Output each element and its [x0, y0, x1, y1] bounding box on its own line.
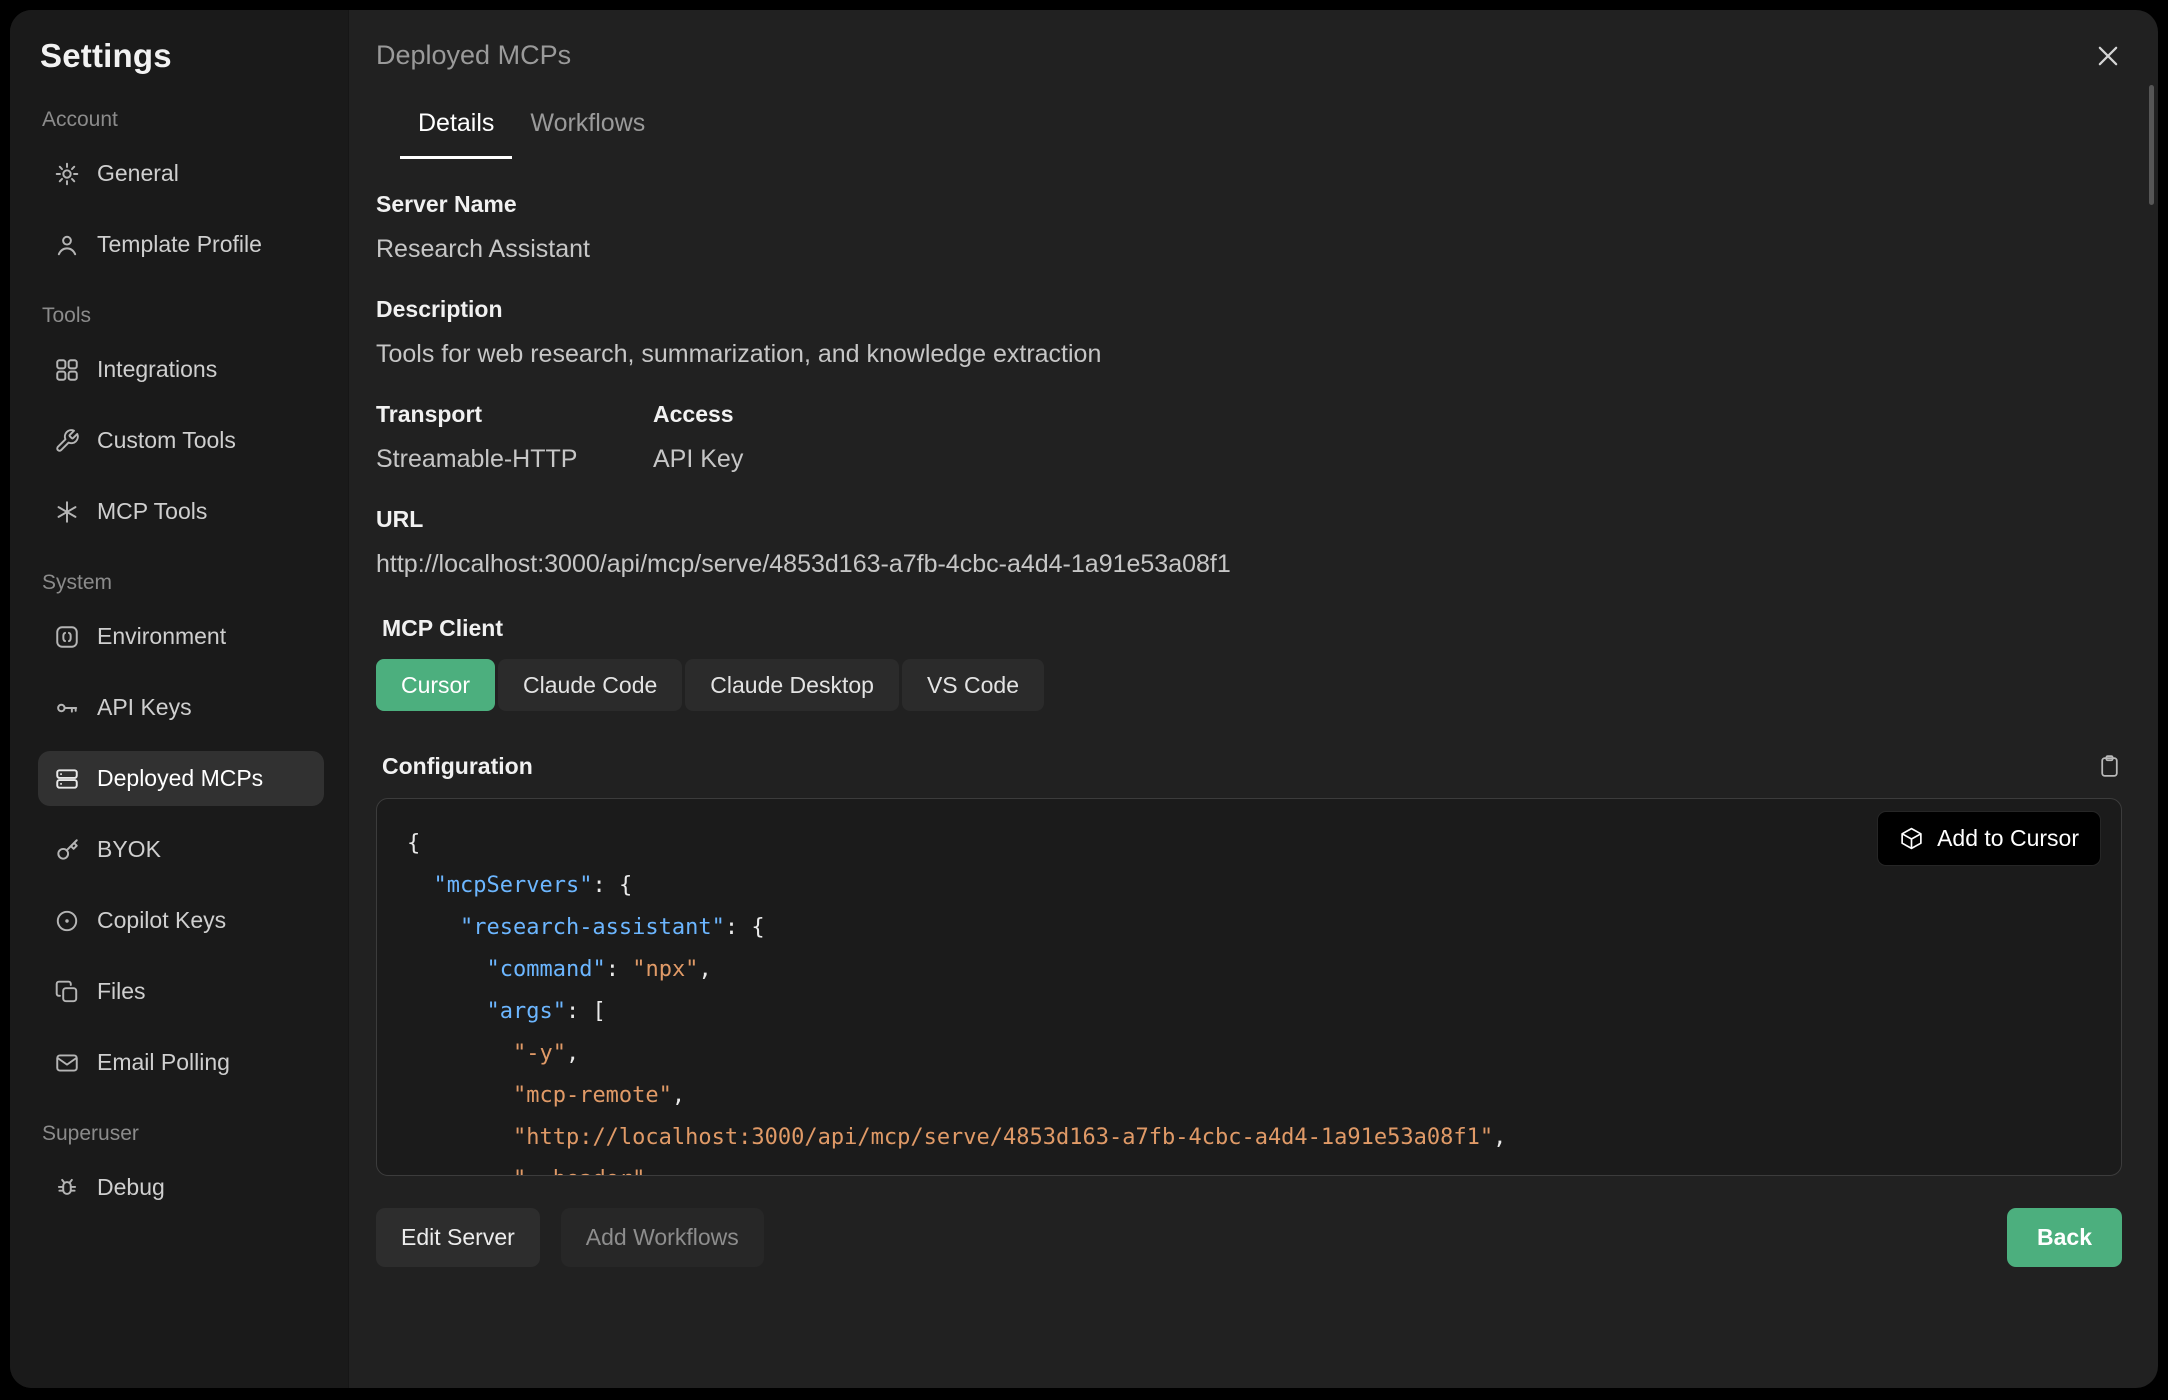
mcp-icon	[54, 499, 80, 525]
envelope-icon	[54, 1050, 80, 1076]
key-icon	[54, 695, 80, 721]
wrench-icon	[54, 428, 80, 454]
transport-value: Streamable-HTTP	[376, 445, 653, 474]
deployed-mcps-panel: Deployed MCPs Details Workflows Server N…	[349, 10, 2158, 1388]
code-line: "research-assistant": {	[407, 907, 2091, 949]
client-button-cursor[interactable]: Cursor	[376, 659, 495, 711]
add-to-cursor-button[interactable]: Add to Cursor	[1877, 811, 2101, 866]
transport-access-row: Transport Streamable-HTTP Access API Key	[376, 369, 2122, 474]
configuration-label: Configuration	[382, 753, 533, 780]
sidebar-item-label: Debug	[97, 1174, 165, 1201]
sidebar-item-label: Deployed MCPs	[97, 765, 263, 792]
code-line: {	[407, 823, 2091, 865]
add-to-cursor-label: Add to Cursor	[1937, 825, 2079, 852]
code-line: "-y",	[407, 1033, 2091, 1075]
sidebar-item-general[interactable]: General	[38, 146, 324, 201]
sidebar-item-label: Copilot Keys	[97, 907, 226, 934]
edit-server-button[interactable]: Edit Server	[376, 1208, 540, 1267]
code-line: "args": [	[407, 991, 2091, 1033]
sidebar-item-mcp-tools[interactable]: MCP Tools	[38, 484, 324, 539]
code-line: "mcpServers": {	[407, 865, 2091, 907]
url-value: http://localhost:3000/api/mcp/serve/4853…	[376, 550, 2122, 579]
sidebar-item-template-profile[interactable]: Template Profile	[38, 217, 324, 272]
blocks-icon	[54, 357, 80, 383]
configuration-code-block[interactable]: { "mcpServers": { "research-assistant": …	[376, 798, 2122, 1176]
sidebar-item-byok[interactable]: BYOK	[38, 822, 324, 877]
target-icon	[54, 908, 80, 934]
sidebar-item-label: BYOK	[97, 836, 161, 863]
section-label-account: Account	[42, 108, 324, 132]
panel-header: Deployed MCPs	[376, 40, 2122, 71]
server-name-label: Server Name	[376, 191, 2122, 218]
sidebar-item-label: Integrations	[97, 356, 217, 383]
tab-details[interactable]: Details	[400, 109, 512, 159]
copy-icon	[54, 979, 80, 1005]
settings-sidebar: Settings Account General Template Profil…	[10, 10, 349, 1388]
code-line: "mcp-remote",	[407, 1075, 2091, 1117]
braces-box-icon	[54, 624, 80, 650]
sidebar-item-label: Files	[97, 978, 146, 1005]
close-icon[interactable]	[2094, 42, 2122, 70]
sidebar-item-api-keys[interactable]: API Keys	[38, 680, 324, 735]
server-stack-icon	[54, 766, 80, 792]
description-label: Description	[376, 296, 2122, 323]
sidebar-item-files[interactable]: Files	[38, 964, 324, 1019]
description-value: Tools for web research, summarization, a…	[376, 340, 2122, 369]
sidebar-item-custom-tools[interactable]: Custom Tools	[38, 413, 324, 468]
clipboard-icon[interactable]	[2097, 754, 2122, 779]
sidebar-item-label: Environment	[97, 623, 226, 650]
code-line: "http://localhost:3000/api/mcp/serve/485…	[407, 1117, 2091, 1159]
configuration-row: Configuration	[376, 753, 2122, 780]
back-button[interactable]: Back	[2007, 1208, 2122, 1267]
sidebar-item-label: Email Polling	[97, 1049, 230, 1076]
sidebar-item-label: General	[97, 160, 179, 187]
client-button-claude-code[interactable]: Claude Code	[498, 659, 682, 711]
gear-icon	[54, 161, 80, 187]
tab-bar: Details Workflows	[376, 109, 2122, 159]
scrollbar-thumb[interactable]	[2149, 85, 2154, 205]
config-code: { "mcpServers": { "research-assistant": …	[407, 823, 2091, 1176]
settings-modal: Settings Account General Template Profil…	[10, 10, 2158, 1388]
sidebar-item-email-polling[interactable]: Email Polling	[38, 1035, 324, 1090]
client-button-vs-code[interactable]: VS Code	[902, 659, 1044, 711]
sidebar-item-deployed-mcps[interactable]: Deployed MCPs	[38, 751, 324, 806]
sidebar-item-environment[interactable]: Environment	[38, 609, 324, 664]
access-value: API Key	[653, 445, 743, 474]
mcp-client-label: MCP Client	[382, 615, 2122, 642]
tab-workflows[interactable]: Workflows	[512, 109, 663, 159]
mcp-client-selector: Cursor Claude Code Claude Desktop VS Cod…	[376, 659, 2122, 711]
sidebar-item-label: MCP Tools	[97, 498, 207, 525]
sidebar-item-label: API Keys	[97, 694, 192, 721]
access-label: Access	[653, 401, 743, 428]
server-name-value: Research Assistant	[376, 235, 2122, 264]
transport-label: Transport	[376, 401, 653, 428]
sidebar-item-label: Template Profile	[97, 231, 262, 258]
sidebar-item-debug[interactable]: Debug	[38, 1160, 324, 1215]
cursor-logo-icon	[1899, 826, 1924, 851]
section-label-tools: Tools	[42, 304, 324, 328]
code-line: "--header"	[407, 1159, 2091, 1176]
sidebar-item-label: Custom Tools	[97, 427, 236, 454]
bug-icon	[54, 1175, 80, 1201]
add-workflows-button[interactable]: Add Workflows	[561, 1208, 764, 1267]
panel-title: Deployed MCPs	[376, 40, 571, 71]
sidebar-item-integrations[interactable]: Integrations	[38, 342, 324, 397]
person-icon	[54, 232, 80, 258]
sidebar-item-copilot-keys[interactable]: Copilot Keys	[38, 893, 324, 948]
client-button-claude-desktop[interactable]: Claude Desktop	[685, 659, 899, 711]
url-label: URL	[376, 506, 2122, 533]
section-label-superuser: Superuser	[42, 1122, 324, 1146]
key-diagonal-icon	[54, 837, 80, 863]
section-label-system: System	[42, 571, 324, 595]
settings-title: Settings	[40, 36, 324, 76]
footer-actions: Edit Server Add Workflows Back	[376, 1208, 2122, 1267]
code-line: "command": "npx",	[407, 949, 2091, 991]
